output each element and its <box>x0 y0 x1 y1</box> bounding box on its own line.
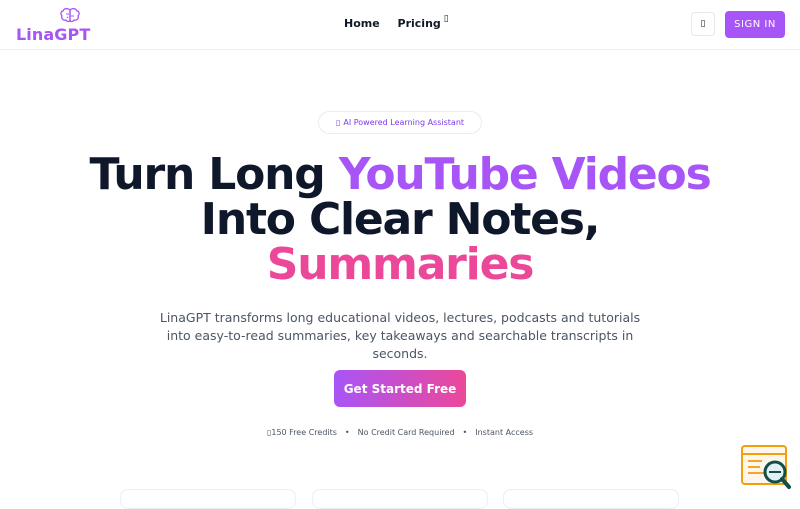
perk-access: Instant Access <box>475 428 534 437</box>
hero-subtitle: LinaGPT transforms long educational vide… <box>159 310 641 361</box>
hero-badge-text: AI Powered Learning Assistant <box>343 118 465 127</box>
brain-icon <box>60 8 80 23</box>
feature-card <box>503 489 679 509</box>
main-nav: Home Pricing ▯ <box>344 14 449 30</box>
site-header: LinaGPT Home Pricing ▯ ▯ SIGN IN <box>0 0 800 50</box>
perk-separator: • <box>344 428 350 437</box>
headline-accent-text: YouTube Videos <box>338 149 712 200</box>
get-started-button[interactable]: Get Started Free <box>334 370 466 407</box>
hero-headline: Turn Long YouTube Videos Into Clear Note… <box>0 152 800 287</box>
nav-pricing-link[interactable]: Pricing ▯ <box>397 14 449 30</box>
feature-card <box>312 489 488 509</box>
sparkle-icon: ▯ <box>335 118 341 127</box>
logo-text: LinaGPT <box>16 25 91 44</box>
sign-in-button[interactable]: SIGN IN <box>725 11 785 38</box>
feature-card <box>120 489 296 509</box>
theme-toggle-button[interactable]: ▯ <box>691 12 715 36</box>
hero-badge: ▯ AI Powered Learning Assistant <box>318 111 482 134</box>
perk-credits: 150 Free Credits <box>271 428 337 437</box>
perks-row: ▯150 Free Credits • No Credit Card Require… <box>0 428 800 437</box>
headline-line-1: Turn Long YouTube Videos <box>0 152 800 197</box>
perk-separator: • <box>462 428 468 437</box>
headline-dark-text: Turn Long <box>89 149 339 200</box>
nav-home-link[interactable]: Home <box>344 17 380 30</box>
perk-no-card: No Credit Card Required <box>357 428 455 437</box>
search-document-icon[interactable] <box>740 444 792 492</box>
moon-icon: ▯ <box>700 19 706 29</box>
nav-pricing-label: Pricing <box>397 17 441 30</box>
logo[interactable]: LinaGPT <box>16 8 90 44</box>
chevron-down-icon: ▯ <box>443 14 449 24</box>
headline-line-3: Summaries <box>266 239 535 290</box>
headline-line-2: Into Clear Notes, <box>200 194 601 245</box>
